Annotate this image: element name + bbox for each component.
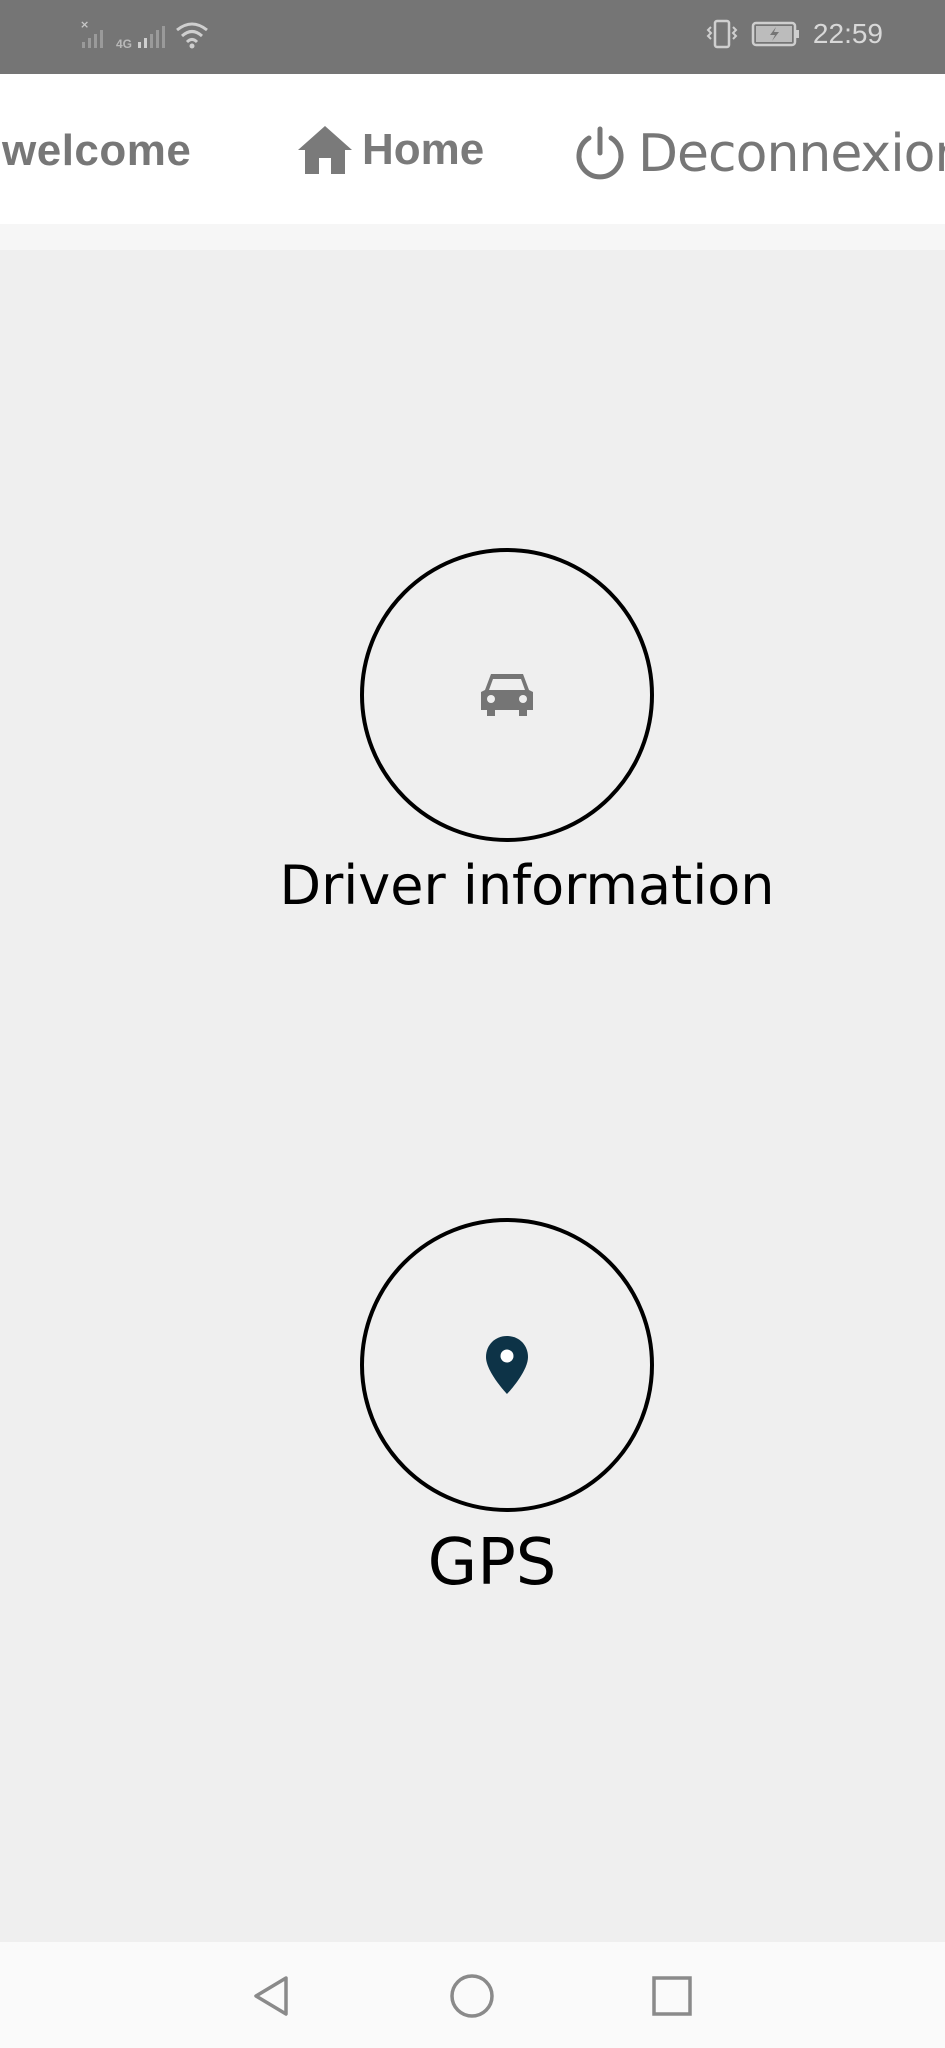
gps-label: GPS <box>427 1526 557 1600</box>
gps-tile[interactable]: GPS <box>267 1218 747 1600</box>
navbar-divider <box>0 224 945 250</box>
signal-icon <box>138 26 166 48</box>
gps-circle[interactable] <box>360 1218 654 1512</box>
power-icon <box>576 126 624 180</box>
driver-information-label: Driver information <box>279 854 775 917</box>
driver-information-tile[interactable]: Driver information <box>267 548 775 917</box>
home-nav-label: Home <box>362 125 485 174</box>
home-nav-button[interactable]: Home <box>296 124 484 176</box>
battery-charging-icon <box>751 21 799 47</box>
map-pin-icon <box>486 1336 528 1394</box>
logout-button[interactable]: Deconnexion <box>572 124 945 184</box>
home-icon <box>298 126 352 174</box>
network-type: 4G <box>116 37 133 51</box>
back-icon[interactable] <box>248 1972 296 2020</box>
no-signal-icon: × <box>80 18 103 48</box>
status-time: 22:59 <box>812 18 883 49</box>
status-bar: × 4G 22:59 <box>0 0 945 74</box>
top-navbar: welcome Home Deconnexion <box>0 74 945 224</box>
svg-text:×: × <box>80 18 89 31</box>
home-circle-icon[interactable] <box>448 1972 496 2020</box>
status-right-icons: 22:59 <box>705 18 883 50</box>
recents-icon[interactable] <box>648 1972 696 2020</box>
driver-information-circle[interactable] <box>360 548 654 842</box>
status-left-icons: × 4G <box>78 18 210 50</box>
car-icon <box>481 674 533 716</box>
vibrate-icon <box>706 19 738 49</box>
welcome-label: welcome <box>2 126 192 175</box>
wifi-icon <box>176 22 208 49</box>
system-navigation-bar <box>0 1942 945 2048</box>
logout-label: Deconnexion <box>638 124 945 184</box>
